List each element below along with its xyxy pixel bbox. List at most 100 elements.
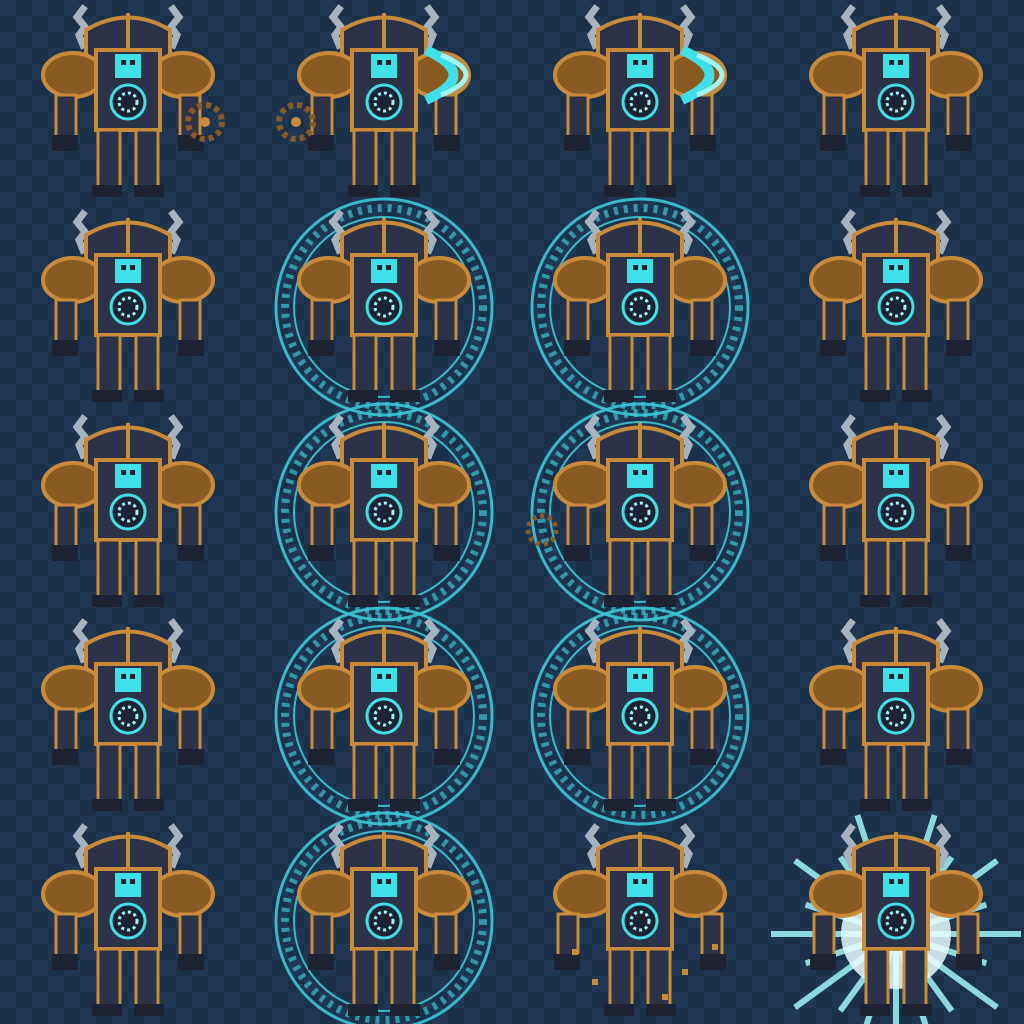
mech-face [883,463,909,488]
frame-art [530,197,750,417]
frame-art [809,208,983,402]
mech-face [883,53,909,78]
chest-core [109,83,147,121]
mech-legs [348,538,420,607]
frame-art [274,811,494,1024]
sprite-frame [768,0,1024,205]
steam-mech [41,618,215,812]
sprite-frame [256,0,512,205]
mech-legs [92,128,164,197]
steam-exhaust [678,4,696,50]
steam-exhaust [584,823,602,869]
sprite-frame [512,0,768,205]
steam-mech [809,4,983,197]
mech-face [371,463,397,488]
mech-legs [348,742,420,812]
chest-core [365,902,403,940]
steam-mech [41,208,215,402]
chest-core [621,288,659,326]
mech-legs [92,333,164,402]
chest-core [877,902,915,940]
steam-exhaust [166,208,184,255]
sprite-frame [768,614,1024,819]
frame-art [553,4,727,197]
frame-art [41,208,215,402]
frame-art [274,197,494,417]
chest-core [621,83,659,121]
mech-face [115,668,141,693]
sprite-frame [256,606,512,826]
mech-face [883,258,909,283]
frame-art [41,618,215,812]
frame-grid [0,0,1024,1024]
steam-mech [809,413,983,607]
chest-core [109,288,147,326]
frame-art [809,413,983,607]
frame-art [274,606,494,826]
steam-mech [41,823,215,1017]
sprite-frame [768,410,1024,615]
sprite-frame [512,819,768,1024]
steam-exhaust [328,4,346,50]
mech-legs [92,538,164,607]
frame-art [530,606,750,826]
steam-exhaust [72,208,90,255]
sprite-frame [0,410,256,615]
mech-legs [604,538,676,607]
steam-exhaust [72,4,90,50]
frame-art [553,823,727,1017]
chest-core [365,697,403,735]
frame-art [41,4,225,197]
mech-face [371,53,397,78]
sprite-frame [256,402,512,622]
steam-exhaust [840,823,858,869]
chest-core [877,83,915,121]
chest-core [365,493,403,531]
mech-legs [348,128,420,197]
steam-exhaust [166,413,184,460]
mech-face [627,463,653,488]
frame-art [809,4,983,197]
steam-mech [41,413,215,607]
sprite-frame [768,814,1024,1024]
mech-face [627,258,653,283]
mech-legs [860,538,932,607]
chest-core [109,493,147,531]
mech-legs [604,128,676,197]
sprite-frame [0,0,256,205]
chest-core [621,902,659,940]
mech-face [883,873,909,898]
chest-core [877,697,915,735]
steam-mech [297,4,471,197]
steam-mech [809,618,983,812]
steam-exhaust [166,4,184,50]
chest-core [365,83,403,121]
steam-exhaust [166,618,184,664]
steam-exhaust [840,618,858,664]
frame-art [771,814,1021,1024]
sprite-frame [768,205,1024,410]
mech-face [371,873,397,898]
steam-exhaust [166,823,184,869]
mech-face [627,668,653,693]
sprite-frame [256,811,512,1024]
sprite-frame [512,197,768,417]
frame-art [525,402,750,622]
sprite-frame [0,614,256,819]
sprite-frame [512,402,768,622]
steam-exhaust [934,208,952,255]
frame-art [809,618,983,812]
mech-legs [604,742,676,812]
mech-face [371,258,397,283]
steam-exhaust [934,413,952,460]
steam-exhaust [934,823,952,869]
steam-mech [41,4,215,197]
frame-art [41,823,215,1017]
frame-art [41,413,215,607]
frame-art [274,402,494,622]
steam-exhaust [840,413,858,460]
mech-legs [92,742,164,812]
mech-legs [348,947,420,1017]
mech-face [627,53,653,78]
mech-face [883,668,909,693]
